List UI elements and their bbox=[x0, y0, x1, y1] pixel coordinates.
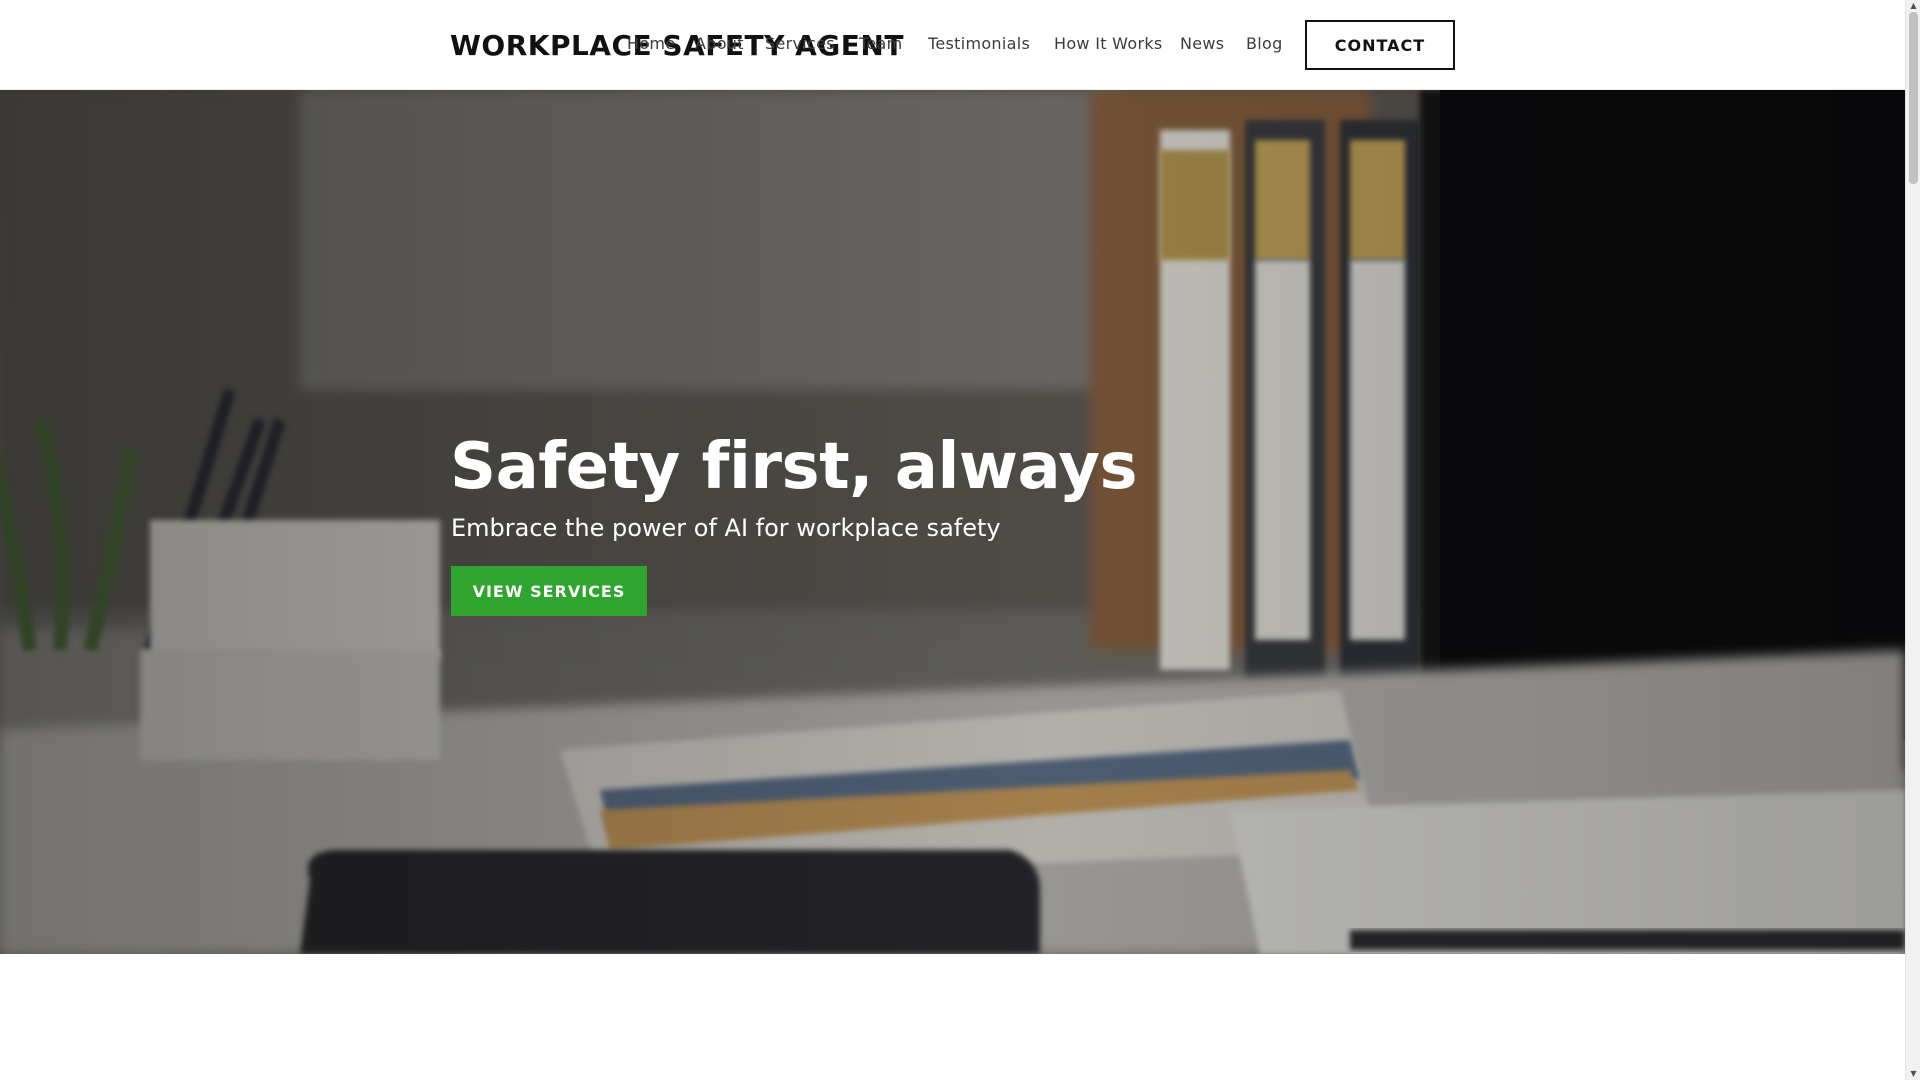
hero-title: Safety first, always bbox=[450, 430, 1138, 504]
scroll-up-icon[interactable]: ▲ bbox=[1906, 0, 1920, 12]
nav-item-how-it-works[interactable]: How It Works bbox=[1054, 34, 1163, 53]
nav-item-home[interactable]: Home bbox=[627, 34, 675, 53]
site-logo[interactable]: WORKPLACE SAFETY AGENT bbox=[450, 29, 904, 62]
view-services-button[interactable]: VIEW SERVICES bbox=[451, 566, 647, 616]
scroll-down-icon[interactable]: ▼ bbox=[1906, 1068, 1920, 1080]
contact-button[interactable]: CONTACT bbox=[1305, 20, 1455, 70]
hero-subtitle: Embrace the power of AI for workplace sa… bbox=[451, 514, 1001, 542]
site-header: WORKPLACE SAFETY AGENT Home About Servic… bbox=[0, 0, 1905, 90]
nav-item-about[interactable]: About bbox=[695, 34, 744, 53]
page-scrollbar[interactable]: ▲ ▼ bbox=[1905, 0, 1920, 1080]
nav-item-blog[interactable]: Blog bbox=[1246, 34, 1283, 53]
hero-section: Safety first, always Embrace the power o… bbox=[0, 90, 1905, 954]
nav-item-services[interactable]: Services bbox=[765, 34, 835, 53]
nav-item-testimonials[interactable]: Testimonials bbox=[928, 34, 1030, 53]
nav-item-team[interactable]: Team bbox=[859, 34, 903, 53]
nav-item-news[interactable]: News bbox=[1180, 34, 1224, 53]
scrollbar-thumb[interactable] bbox=[1909, 12, 1918, 184]
